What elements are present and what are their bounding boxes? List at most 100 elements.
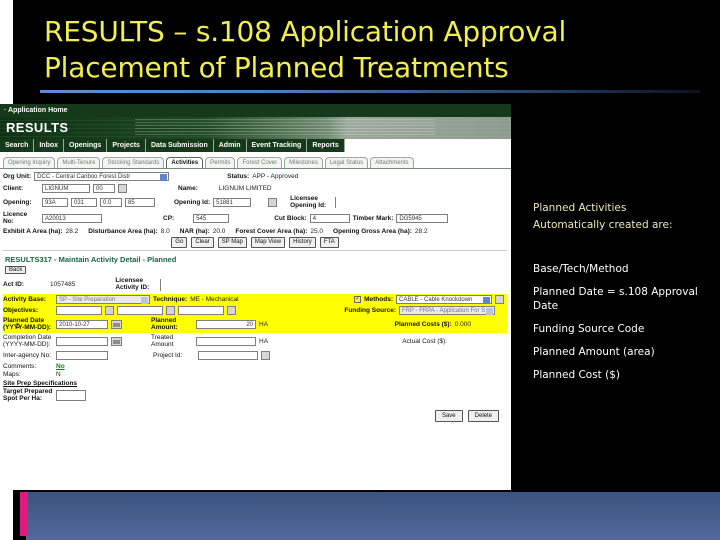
act-id-value: 1057485 xyxy=(50,281,76,288)
timber-mark-label: Timber Mark: xyxy=(352,215,394,222)
subtab-multi-tenure[interactable]: Multi-Tenure xyxy=(57,157,101,168)
completion-date-input[interactable] xyxy=(56,337,108,346)
sp-map-button[interactable]: SP Map xyxy=(217,237,247,248)
subtab-permits[interactable]: Permits xyxy=(205,157,236,168)
name-value: LIGNUM LIMITED xyxy=(218,185,272,192)
site-prep-specifications-title: Site Prep Specifications xyxy=(3,380,78,387)
opening-search-form: Org Unit: DCC - Central Cariboo Forest D… xyxy=(0,169,511,422)
section-divider xyxy=(3,250,507,251)
nav-item-inbox[interactable]: Inbox xyxy=(34,139,65,152)
subtab-legal-status[interactable]: Legal Status xyxy=(324,157,369,168)
treated-amount-unit: HA xyxy=(259,338,269,345)
opening-id-picker-icon[interactable] xyxy=(268,198,278,207)
subtab-activities[interactable]: Activities xyxy=(166,157,204,168)
objectives-label: Objectives: xyxy=(3,307,39,314)
opening-block-input[interactable]: 031 xyxy=(71,198,97,207)
act-id-label: Act ID: xyxy=(3,281,24,288)
bullet-item-planned-amount: Planned Amount (area) xyxy=(533,346,655,358)
subtab-milestones[interactable]: Milestones xyxy=(284,157,323,168)
planned-date-input[interactable]: 2010-10-27 xyxy=(56,320,108,329)
objective-2-input[interactable] xyxy=(117,306,163,315)
subtab-stocking-standards[interactable]: Stocking Standards xyxy=(102,157,165,168)
opening-num-input[interactable]: 85 xyxy=(125,198,155,207)
project-id-picker-icon[interactable] xyxy=(261,351,270,360)
completion-date-calendar-icon[interactable] xyxy=(111,337,122,346)
treated-amount-label: Treated Amount xyxy=(151,334,174,348)
activity-base-select[interactable]: SP - Site Preparation xyxy=(56,295,150,304)
org-unit-label: Org Unit: xyxy=(3,173,32,180)
back-button-wrap: Back xyxy=(5,266,507,275)
comments-link[interactable]: No xyxy=(56,363,65,370)
application-home-bar[interactable]: · Application Home xyxy=(0,104,511,117)
methods-picker-icon[interactable] xyxy=(495,295,504,304)
footer-band xyxy=(26,492,720,540)
go-button[interactable]: Go xyxy=(171,237,188,248)
cut-block-input[interactable]: 4 xyxy=(309,214,350,223)
map-view-button[interactable]: Map View xyxy=(250,237,286,248)
clear-button[interactable]: Clear xyxy=(191,237,214,248)
funding-source-select[interactable]: FRP - FRPA - Application For S xyxy=(399,306,495,315)
objective-1-picker-icon[interactable] xyxy=(105,306,114,315)
planned-amount-unit: HA xyxy=(259,321,269,328)
opening-map-input[interactable]: 93A xyxy=(42,198,68,207)
row-licence: Licence No: A20013 CP: 545 Cut Block: 4 … xyxy=(3,211,507,225)
cp-input[interactable]: 545 xyxy=(193,214,230,223)
nav-item-reports[interactable]: Reports xyxy=(307,139,345,152)
application-home-link[interactable]: · Application Home xyxy=(4,107,68,114)
bullet-heading-line-2: Automatically created are: xyxy=(533,219,673,231)
objective-3-picker-icon[interactable] xyxy=(227,306,236,315)
back-button[interactable]: Back xyxy=(5,266,27,274)
methods-select[interactable]: CABLE - Cable Knockdown xyxy=(396,295,492,304)
disturbance-area-label: Disturbance Area (ha): xyxy=(88,228,158,235)
objective-3-input[interactable] xyxy=(178,306,224,315)
bullet-item-planned-cost: Planned Cost ($) xyxy=(533,369,621,381)
forest-cover-area-label: Forest Cover Area (ha): xyxy=(235,228,308,235)
row-completion-date: Completion Date (YYYY-MM-DD): Treated Am… xyxy=(3,334,507,348)
objective-2-picker-icon[interactable] xyxy=(166,306,175,315)
nav-item-admin[interactable]: Admin xyxy=(214,139,247,152)
row-maps: Maps: N xyxy=(3,371,507,378)
delete-button[interactable]: Delete xyxy=(467,410,499,422)
client-picker-icon[interactable] xyxy=(118,184,127,193)
nav-item-projects[interactable]: Projects xyxy=(107,139,146,152)
inter-agency-input[interactable] xyxy=(56,351,108,360)
project-id-input[interactable] xyxy=(198,351,258,360)
left-decorative-block xyxy=(13,52,28,92)
licensee-activity-id-label: Licensee Activity ID: xyxy=(115,277,150,291)
opening-sub-input[interactable]: 0.0 xyxy=(100,198,122,207)
org-unit-select[interactable]: DCC - Central Cariboo Forest Distr xyxy=(34,172,170,181)
save-button[interactable]: Save xyxy=(434,410,463,422)
disturbance-area-value: 8.0 xyxy=(160,228,170,235)
nav-item-openings[interactable]: Openings xyxy=(64,139,108,152)
funding-source-label: Funding Source: xyxy=(344,307,396,314)
opening-id-input[interactable]: 51881 xyxy=(213,198,252,207)
cut-block-label: Cut Block: xyxy=(274,215,307,222)
timber-mark-input[interactable]: DG5945 xyxy=(396,214,449,223)
history-button[interactable]: History xyxy=(289,237,316,248)
subtab-attachments[interactable]: Attachments xyxy=(370,157,414,168)
exhibit-a-area-label: Exhibit A Area (ha): xyxy=(3,228,63,235)
row-objectives: Objectives: Funding Source: FRP - FRPA -… xyxy=(3,305,507,316)
subtab-forest-cover[interactable]: Forest Cover xyxy=(237,157,283,168)
nav-item-search[interactable]: Search xyxy=(0,139,35,152)
forest-cover-area-value: 25.0 xyxy=(310,228,324,235)
nav-item-data-submission[interactable]: Data Submission xyxy=(146,139,214,152)
objective-1-input[interactable] xyxy=(56,306,102,315)
target-prepared-input[interactable] xyxy=(56,390,86,401)
planned-amount-input[interactable]: 20 xyxy=(196,320,256,329)
methods-checkbox[interactable] xyxy=(354,295,362,303)
licence-no-input[interactable]: A20013 xyxy=(42,214,102,223)
title-line-2: Placement of Planned Treatments xyxy=(44,51,509,84)
planned-date-calendar-icon[interactable] xyxy=(111,320,122,329)
banner-stripes xyxy=(135,119,435,137)
client-location-input[interactable]: 00 xyxy=(93,184,115,193)
fta-button[interactable]: FTA xyxy=(319,237,339,248)
nav-item-event-tracking[interactable]: Event Tracking xyxy=(247,139,308,152)
subtab-opening-inquiry[interactable]: Opening Inquiry xyxy=(3,157,56,168)
search-action-buttons: Go Clear SP Map Map View History FTA xyxy=(3,237,507,248)
title-underline xyxy=(40,90,700,93)
treated-amount-input[interactable] xyxy=(196,337,256,346)
bullet-item-funding-source-code: Funding Source Code xyxy=(533,323,645,335)
row-comments: Comments: No xyxy=(3,363,507,370)
client-input[interactable]: LIGNUM xyxy=(42,184,90,193)
